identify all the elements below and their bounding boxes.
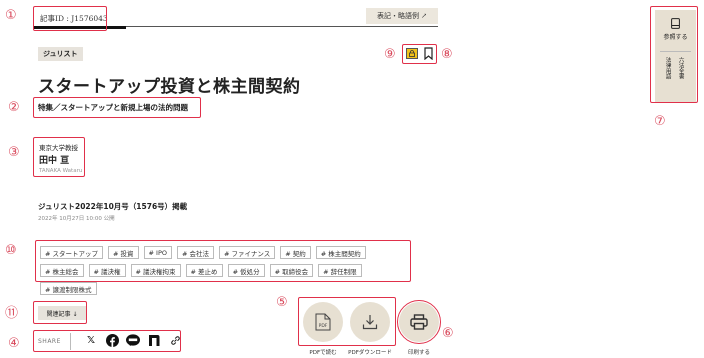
print-label: 印刷する [407,350,430,356]
annotation-box-article-id [33,6,107,31]
marker-6: ⑥ [442,326,454,341]
notation-button[interactable]: 表記・略語例 ↗ [366,8,438,24]
annotation-box-pdf [298,297,396,346]
annotation-box-share [33,330,181,352]
marker-5: ⑤ [276,295,288,310]
marker-1: ① [5,8,17,23]
tag-item[interactable]: # 譲渡制限株式 [40,282,97,295]
marker-4: ④ [8,336,20,351]
annotation-box-related [33,301,87,324]
published-date: 2022年 10月27日 10:00 公開 [38,216,115,222]
marker-2: ② [8,100,20,115]
category-tag[interactable]: ジュリスト [38,47,83,61]
annotation-box-icons [402,44,437,64]
annotation-box-tags [35,240,411,282]
annotation-box-print [397,300,441,344]
marker-3: ③ [8,145,20,160]
annotation-box-side-panel [650,6,698,103]
marker-11: ⑪ [5,306,19,321]
marker-8: ⑧ [441,47,453,62]
marker-9: ⑨ [384,47,396,62]
annotation-box-subtitle [33,97,201,118]
marker-10: ⑩ [5,243,17,258]
annotation-box-author [33,137,85,177]
publication-info: ジュリスト2022年10月号（1576号）掲載 [38,202,188,211]
page-title: スタートアップ投資と株主間契約 [38,77,301,97]
marker-7: ⑦ [654,114,666,129]
